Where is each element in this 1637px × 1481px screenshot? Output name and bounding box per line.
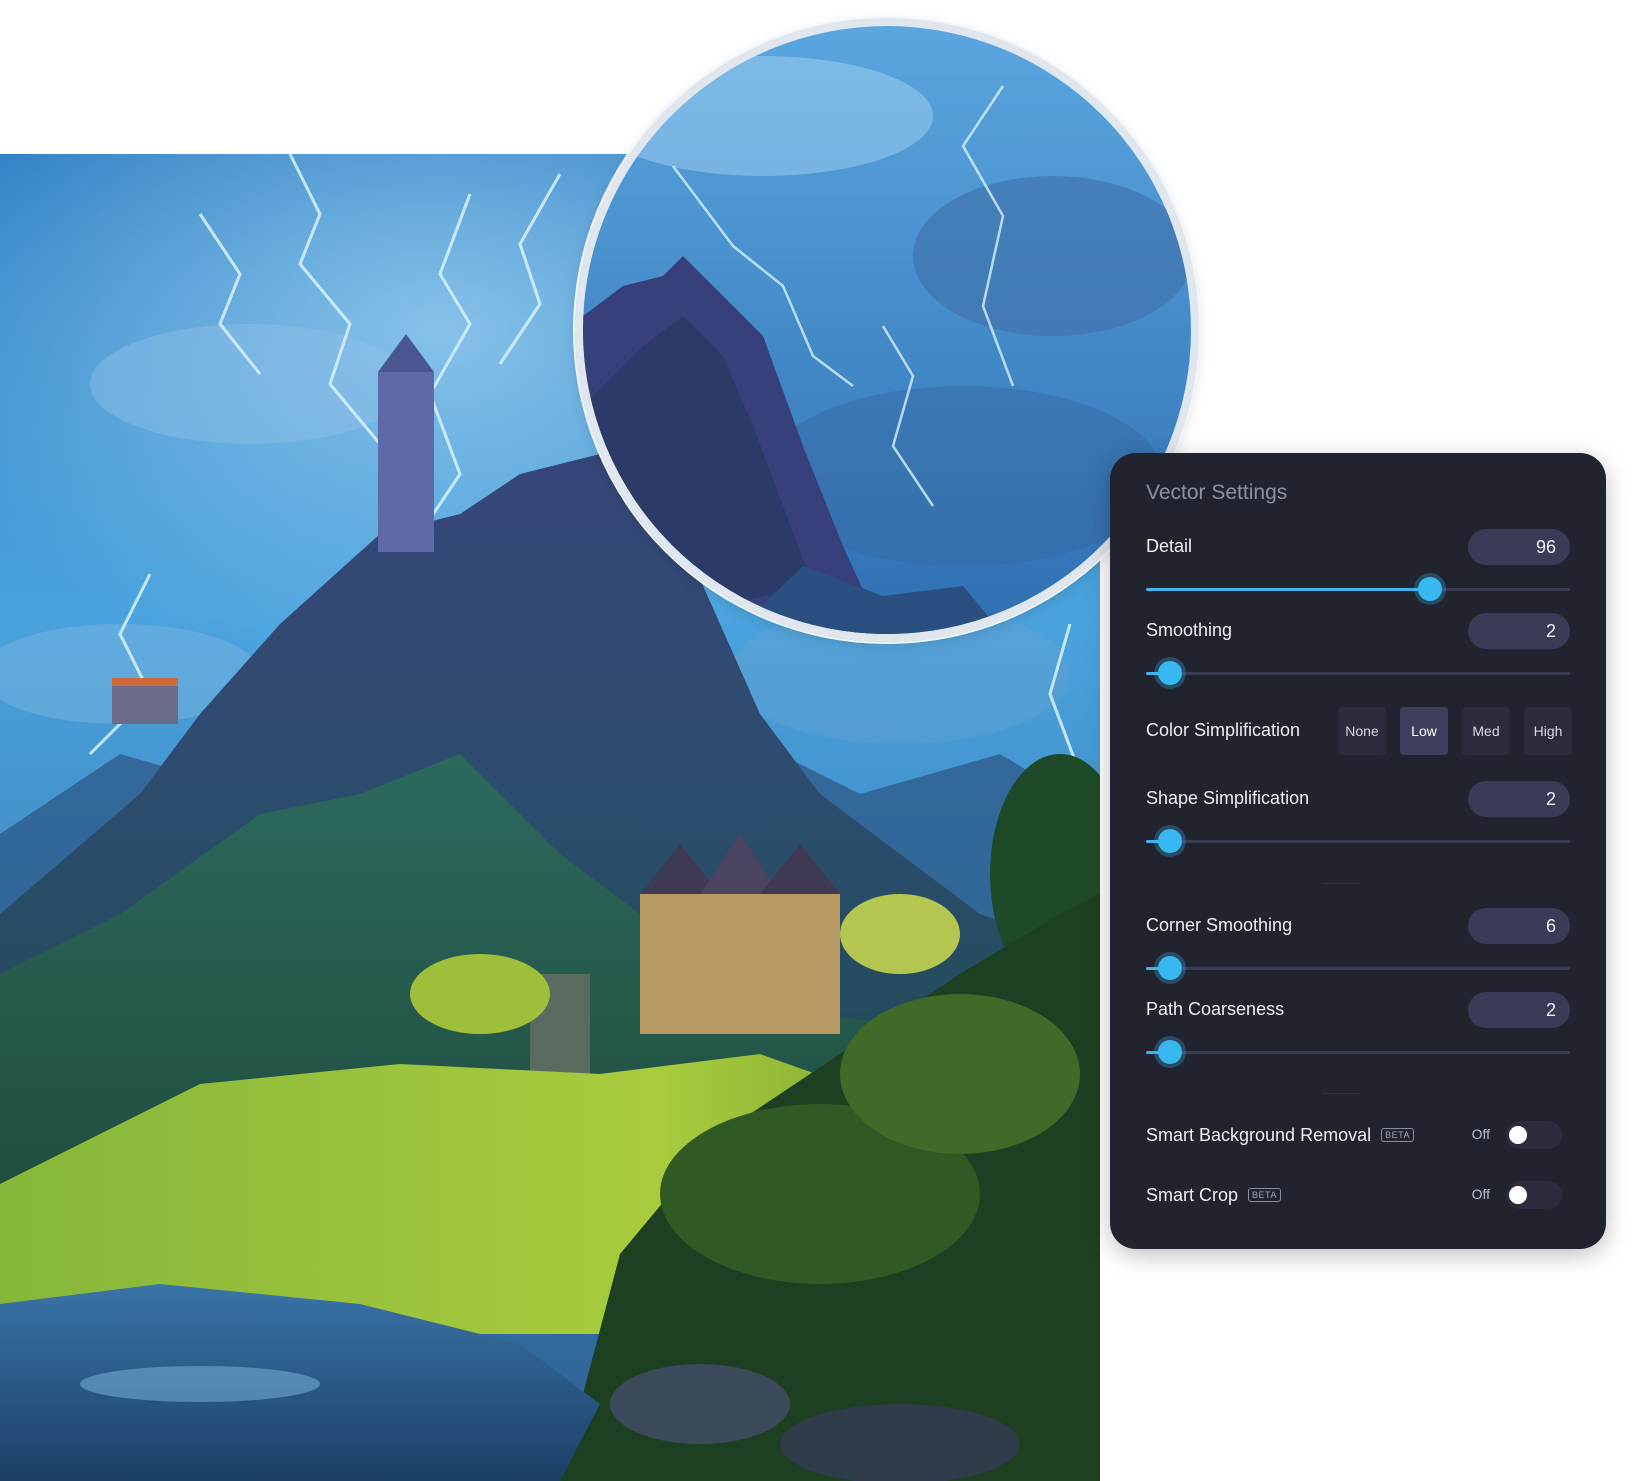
- smoothing-label: Smoothing: [1146, 620, 1233, 640]
- corner-smoothing-slider[interactable]: [1146, 956, 1570, 980]
- toggle-knob: [1509, 1186, 1527, 1204]
- detail-magnifier: [575, 18, 1199, 642]
- color-option-low[interactable]: Low: [1400, 707, 1448, 755]
- detail-slider[interactable]: [1146, 577, 1570, 601]
- path-coarseness-value-field[interactable]: 2: [1468, 992, 1570, 1028]
- smoothing-value-field[interactable]: 2: [1468, 613, 1570, 649]
- detail-slider-fill: [1146, 588, 1430, 591]
- smoothing-slider-thumb[interactable]: [1158, 661, 1182, 685]
- shape-simplification-setting: Shape Simplification 2: [1146, 781, 1570, 861]
- smart-crop-setting: Smart Crop BETA Off: [1146, 1179, 1570, 1211]
- vector-settings-panel: Vector Settings Detail 96 Smoothing 2 Co…: [1110, 453, 1606, 1249]
- beta-badge: BETA: [1248, 1188, 1281, 1202]
- corner-smoothing-label: Corner Smoothing: [1146, 915, 1293, 935]
- magnified-peak-image: [583, 26, 1191, 634]
- detail-value-field[interactable]: 96: [1468, 529, 1570, 565]
- path-coarseness-slider[interactable]: [1146, 1040, 1570, 1064]
- path-coarseness-setting: Path Coarseness 2: [1146, 992, 1570, 1072]
- smoothing-setting: Smoothing 2: [1146, 613, 1570, 693]
- path-coarseness-slider-thumb[interactable]: [1158, 1040, 1182, 1064]
- beta-badge: BETA: [1381, 1128, 1414, 1142]
- detail-slider-thumb[interactable]: [1418, 577, 1442, 601]
- shape-simplification-value-field[interactable]: 2: [1468, 781, 1570, 817]
- corner-smoothing-value-field[interactable]: 6: [1468, 908, 1570, 944]
- color-simplification-label: Color Simplification: [1146, 720, 1301, 740]
- color-simplification-setting: Color Simplification None Low Med High: [1146, 707, 1572, 755]
- shape-simplification-slider[interactable]: [1146, 829, 1570, 853]
- path-coarseness-label: Path Coarseness: [1146, 999, 1285, 1019]
- shape-simplification-slider-thumb[interactable]: [1158, 829, 1182, 853]
- section-divider: [1322, 883, 1360, 884]
- color-option-none[interactable]: None: [1338, 707, 1386, 755]
- smart-crop-label: Smart Crop BETA: [1146, 1185, 1281, 1206]
- smart-crop-toggle[interactable]: [1506, 1181, 1562, 1209]
- smart-background-removal-text: Smart Background Removal: [1146, 1125, 1372, 1145]
- corner-smoothing-setting: Corner Smoothing 6: [1146, 908, 1570, 988]
- smart-crop-state: Off: [1471, 1186, 1490, 1202]
- panel-title: Vector Settings: [1146, 481, 1288, 504]
- smart-background-removal-toggle[interactable]: [1506, 1121, 1562, 1149]
- color-option-med[interactable]: Med: [1462, 707, 1510, 755]
- detail-setting: Detail 96: [1146, 529, 1570, 609]
- smoothing-slider[interactable]: [1146, 661, 1570, 685]
- smart-background-removal-label: Smart Background Removal BETA: [1146, 1125, 1414, 1146]
- detail-label: Detail: [1146, 536, 1193, 556]
- section-divider: [1322, 1093, 1360, 1094]
- smart-background-removal-state: Off: [1471, 1126, 1490, 1142]
- shape-simplification-label: Shape Simplification: [1146, 788, 1310, 808]
- toggle-knob: [1509, 1126, 1527, 1144]
- smart-crop-text: Smart Crop: [1146, 1185, 1239, 1205]
- smart-background-removal-setting: Smart Background Removal BETA Off: [1146, 1119, 1570, 1151]
- corner-smoothing-slider-thumb[interactable]: [1158, 956, 1182, 980]
- color-option-high[interactable]: High: [1524, 707, 1572, 755]
